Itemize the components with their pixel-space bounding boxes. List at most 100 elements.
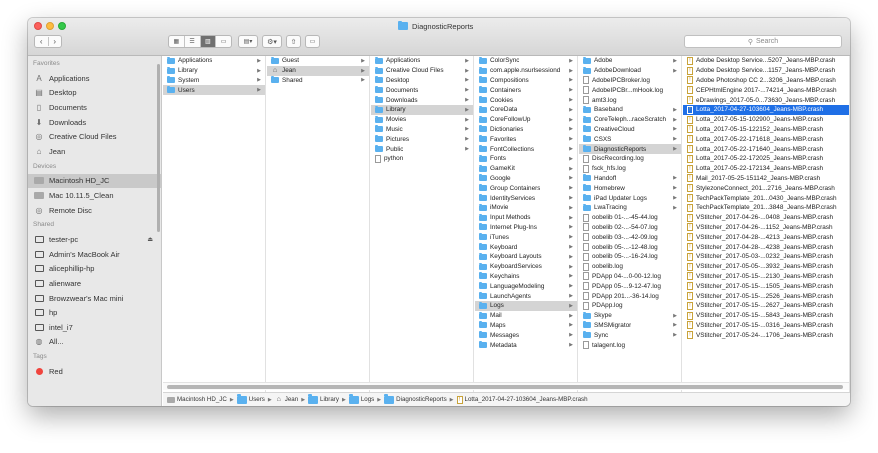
- file-row[interactable]: ! Lotta_2017-05-22-172025_Jeans-MBP.crash: [683, 154, 849, 164]
- file-row[interactable]: ! VStitcher_2017-05-15-...2130_Jeans-MBP.…: [683, 272, 849, 282]
- file-row[interactable]: ! Lotta_2017-05-22-172134_Jeans-MBP.crash: [683, 164, 849, 174]
- folder-row[interactable]: Google ▶: [475, 174, 577, 184]
- sidebar-item-creative-cloud-files[interactable]: ◎ Creative Cloud Files: [28, 129, 161, 144]
- file-row[interactable]: ! Lotta_2017-05-15-122152_Jeans-MBP.crash: [683, 125, 849, 135]
- folder-row[interactable]: iTunes ▶: [475, 232, 577, 242]
- folder-row[interactable]: Movies ▶: [371, 115, 473, 125]
- folder-row[interactable]: Adobe ▶: [579, 56, 681, 66]
- sidebar-item-applications[interactable]: A Applications: [28, 71, 161, 86]
- folder-row[interactable]: Creative Cloud Files ▶: [371, 66, 473, 76]
- file-row[interactable]: ! Lotta_2017-05-22-171618_Jeans-MBP.crash: [683, 134, 849, 144]
- file-row[interactable]: ! Lotta_2017-05-15-102900_Jeans-MBP.crash: [683, 115, 849, 125]
- folder-row[interactable]: LwaTracing ▶: [579, 203, 681, 213]
- folder-row[interactable]: System ▶: [163, 76, 265, 86]
- sidebar-item-desktop[interactable]: ▤ Desktop: [28, 86, 161, 101]
- folder-row[interactable]: Keyboard ▶: [475, 242, 577, 252]
- folder-row[interactable]: IdentityServices ▶: [475, 193, 577, 203]
- path-segment-jean[interactable]: ⌂ Jean: [275, 396, 299, 404]
- folder-row[interactable]: ⌂ Jean ▶: [267, 65, 369, 76]
- file-row[interactable]: ! Adobe Desktop Service...1157_Jeans-MBP.…: [683, 66, 849, 76]
- sidebar-item-downloads[interactable]: ⬇ Downloads: [28, 115, 161, 130]
- file-row[interactable]: PDApp 04-...0-00-12.log: [579, 272, 681, 282]
- folder-row[interactable]: Messages ▶: [475, 330, 577, 340]
- sidebar-item-remote-disc[interactable]: ◎ Remote Disc: [28, 203, 161, 218]
- search-field[interactable]: ⚲ Search: [684, 35, 842, 48]
- sidebar-item-alicephillip-hp[interactable]: alicephillip-hp: [28, 262, 161, 277]
- folder-row[interactable]: iPad Updater Logs ▶: [579, 193, 681, 203]
- folder-row[interactable]: FontCollections ▶: [475, 144, 577, 154]
- sidebar-item-alienware[interactable]: alienware: [28, 276, 161, 291]
- folder-row[interactable]: Favorites ▶: [475, 134, 577, 144]
- file-row[interactable]: ! TechPackTemplate_201...3848_Jeans-MBP.c…: [683, 203, 849, 213]
- folder-row[interactable]: Applications ▶: [371, 56, 473, 66]
- file-row[interactable]: ! VStitcher_2017-04-28-...4213_Jeans-MBP.…: [683, 232, 849, 242]
- folder-row[interactable]: Library ▶: [163, 66, 265, 76]
- folder-row[interactable]: Sync ▶: [579, 330, 681, 340]
- folder-row[interactable]: Library ▶: [371, 104, 473, 115]
- sidebar-item-all[interactable]: ◍ All...: [28, 335, 161, 350]
- file-row[interactable]: oobelib 05-...-12-48.log: [579, 242, 681, 252]
- file-row[interactable]: oobelib.log: [579, 262, 681, 272]
- folder-row[interactable]: Fonts ▶: [475, 154, 577, 164]
- forward-button[interactable]: ›: [47, 37, 62, 46]
- folder-row[interactable]: Desktop ▶: [371, 76, 473, 86]
- file-row[interactable]: ! StylezoneConnect_201...2716_Jeans-MBP.c…: [683, 183, 849, 193]
- folder-row[interactable]: Dictionaries ▶: [475, 125, 577, 135]
- file-row[interactable]: amt3.log: [579, 95, 681, 105]
- folder-row[interactable]: Logs ▶: [475, 300, 577, 311]
- folder-row[interactable]: Internet Plug-Ins ▶: [475, 223, 577, 233]
- edit-tags-button[interactable]: ▭: [305, 35, 320, 48]
- folder-row[interactable]: GameKit ▶: [475, 164, 577, 174]
- folder-row[interactable]: Music ▶: [371, 125, 473, 135]
- sidebar-item-intel-i7[interactable]: intel_i7: [28, 320, 161, 335]
- close-window-button[interactable]: [34, 22, 42, 30]
- horizontal-scrollbar[interactable]: [163, 382, 849, 390]
- folder-row[interactable]: Mail ▶: [475, 311, 577, 321]
- path-segment-macintosh-hd-jc[interactable]: Macintosh HD_JC: [167, 396, 227, 403]
- action-gear-button[interactable]: ⚙▾: [262, 35, 282, 48]
- folder-row[interactable]: Pictures ▶: [371, 134, 473, 144]
- file-row[interactable]: ! VStitcher_2017-05-24-...1706_Jeans-MBP.…: [683, 330, 849, 340]
- share-button[interactable]: ⇧: [286, 35, 301, 48]
- folder-row[interactable]: Metadata ▶: [475, 340, 577, 350]
- folder-row[interactable]: LaunchAgents ▶: [475, 291, 577, 301]
- folder-row[interactable]: Skype ▶: [579, 311, 681, 321]
- folder-row[interactable]: ColorSync ▶: [475, 56, 577, 66]
- folder-row[interactable]: CoreData ▶: [475, 105, 577, 115]
- file-row[interactable]: fsck_hfs.log: [579, 164, 681, 174]
- folder-row[interactable]: Group Containers ▶: [475, 183, 577, 193]
- file-row[interactable]: ! VStitcher_2017-04-26-...1152_Jeans-MBP.…: [683, 223, 849, 233]
- file-row[interactable]: ! eDrawings_2017-05-0...73630_Jeans-MBP.c…: [683, 95, 849, 105]
- back-button[interactable]: ‹: [35, 37, 48, 46]
- folder-row[interactable]: CoreFollowUp ▶: [475, 115, 577, 125]
- folder-row[interactable]: Homebrew ▶: [579, 183, 681, 193]
- folder-row[interactable]: DiagnosticReports ▶: [579, 144, 681, 154]
- folder-row[interactable]: KeyboardServices ▶: [475, 262, 577, 272]
- file-row[interactable]: ! VStitcher_2017-04-28-...4238_Jeans-MBP.…: [683, 242, 849, 252]
- cover-flow-view-button[interactable]: ▭: [215, 36, 231, 47]
- folder-row[interactable]: Documents ▶: [371, 85, 473, 95]
- folder-row[interactable]: Keychains ▶: [475, 272, 577, 282]
- file-row[interactable]: ! Adobe Desktop Service...5207_Jeans-MBP.…: [683, 56, 849, 66]
- folder-row[interactable]: Public ▶: [371, 144, 473, 154]
- sidebar-item-admin-s-macbook-air[interactable]: Admin's MacBook Air: [28, 247, 161, 262]
- sidebar-item-jean[interactable]: ⌂ Jean: [28, 144, 161, 159]
- folder-row[interactable]: CSXS ▶: [579, 134, 681, 144]
- file-row[interactable]: AdobeIPCBr...mHook.log: [579, 85, 681, 95]
- file-row[interactable]: ! VStitcher_2017-04-26-...0408_Jeans-MBP.…: [683, 213, 849, 223]
- folder-row[interactable]: Shared ▶: [267, 76, 369, 86]
- folder-row[interactable]: com.apple.nsurlsessiond ▶: [475, 66, 577, 76]
- icon-view-button[interactable]: ▦: [169, 36, 184, 47]
- file-row[interactable]: ! VStitcher_2017-05-15-...1505_Jeans-MBP.…: [683, 281, 849, 291]
- file-row[interactable]: ! CEPHtmlEngine 2017-...74214_Jeans-MBP.c…: [683, 85, 849, 95]
- file-row[interactable]: ! Adobe Photoshop CC 2...3206_Jeans-MBP.c…: [683, 76, 849, 86]
- file-row[interactable]: ! Mail_2017-05-25-151142_Jeans-MBP.crash: [683, 174, 849, 184]
- folder-row[interactable]: Containers ▶: [475, 85, 577, 95]
- zoom-window-button[interactable]: [58, 22, 66, 30]
- sidebar-item-tester-pc[interactable]: tester-pc ⏏: [28, 232, 161, 247]
- arrange-button[interactable]: ▤▾: [238, 35, 258, 48]
- list-view-button[interactable]: ☰: [183, 36, 200, 47]
- column-view-button[interactable]: ▥: [199, 36, 216, 47]
- horizontal-scroll-thumb[interactable]: [167, 385, 843, 389]
- file-row[interactable]: ! VStitcher_2017-05-03-...0232_Jeans-MBP.…: [683, 252, 849, 262]
